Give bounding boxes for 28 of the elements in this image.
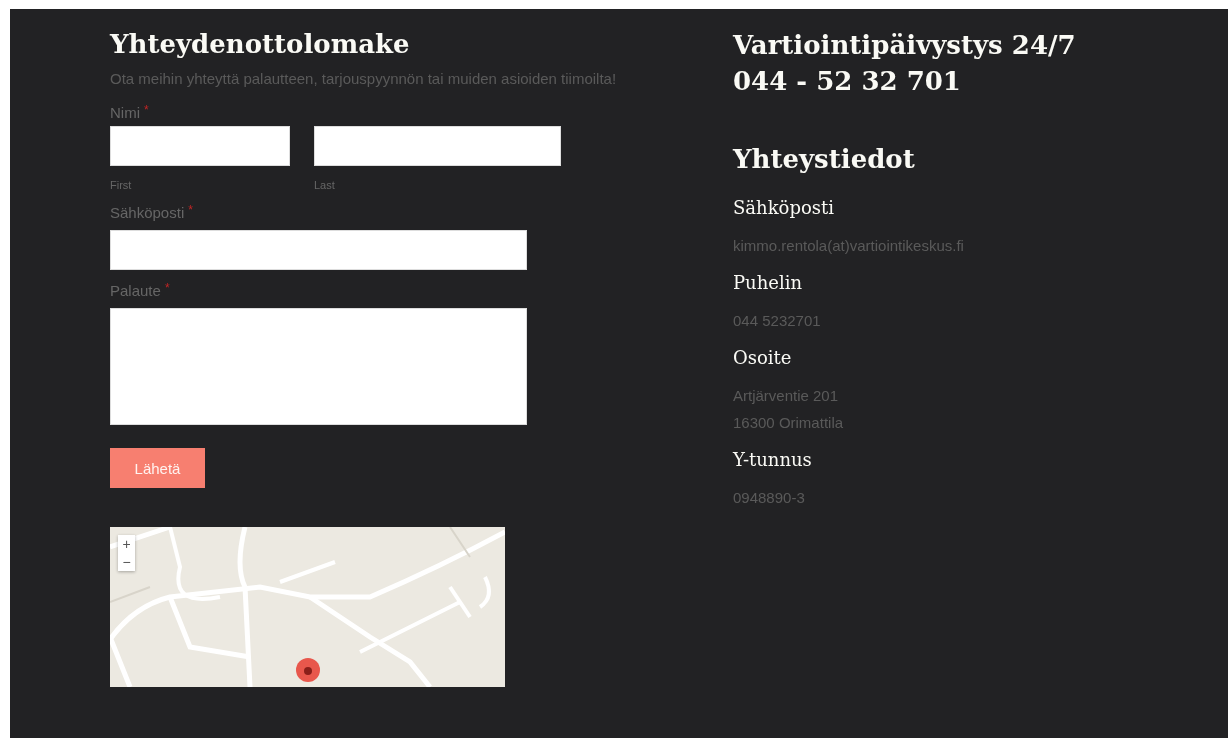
input-field[interactable] — [314, 126, 561, 166]
sublabel: First — [110, 178, 133, 192]
field-label: Nimi — [110, 103, 140, 123]
input-field[interactable] — [110, 126, 290, 166]
info-label: Puhelin — [733, 271, 803, 295]
emergency-title: Vartiointipäivystys 24/7 — [733, 29, 1076, 62]
contact-title: Yhteystiedot — [733, 143, 915, 176]
info-value: Artjärventie 201 — [733, 386, 839, 406]
zoom-out-button[interactable]: − — [118, 553, 135, 571]
info-label: Y-tunnus — [733, 448, 812, 472]
message-field[interactable] — [110, 308, 527, 425]
input-field[interactable] — [110, 230, 527, 270]
info-value: 044 5232701 — [733, 311, 821, 331]
emergency-phone: 044 - 52 32 701 — [733, 65, 961, 98]
required-mark: * — [144, 102, 149, 119]
form-title: Yhteydenottolomake — [110, 28, 410, 60]
info-value: 16300 Orimattila — [733, 413, 844, 433]
info-label: Osoite — [733, 346, 792, 370]
sublabel: Last — [314, 178, 336, 192]
info-value: kimmo.rentola(at)vartiointikeskus.fi — [733, 236, 964, 256]
required-mark: * — [164, 280, 170, 297]
field-label: Sähköposti — [110, 203, 185, 223]
intro-text: Ota meihin yhteyttä palautteen, tarjouspyynnön tai muiden asioiden tiimoilta! — [110, 69, 618, 89]
info-value: 0948890-3 — [733, 488, 805, 508]
field-label: Palaute — [110, 281, 161, 301]
zoom-in-button[interactable]: + — [118, 535, 135, 553]
info-label: Sähköposti — [733, 196, 834, 220]
required-mark: * — [188, 202, 193, 219]
